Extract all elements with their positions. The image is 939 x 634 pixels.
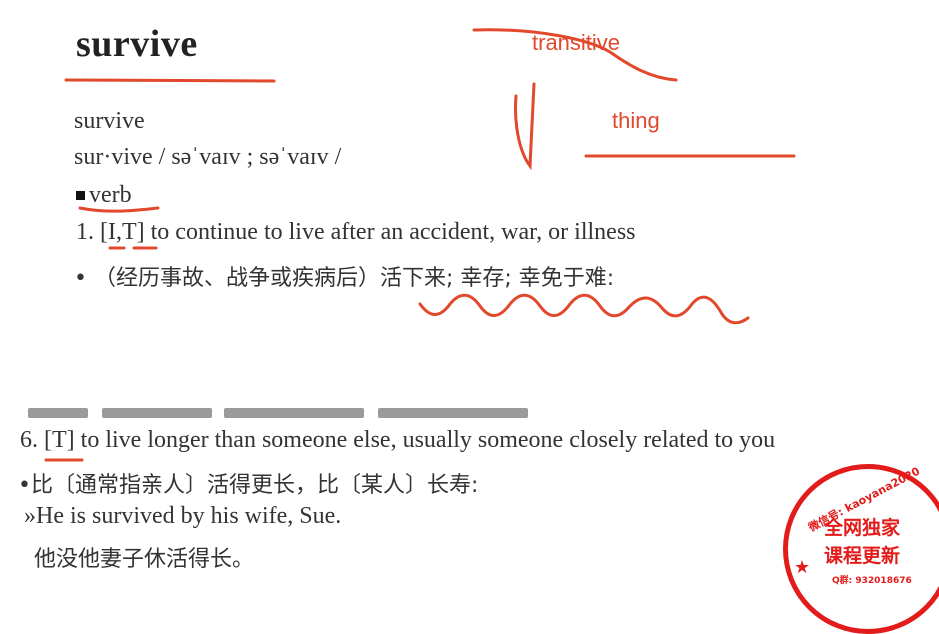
stamp-qq: Q群: 932018676 [832,576,912,586]
chinese-wavy-underline [418,293,750,325]
watermark-stamp: 微信号: kaoyana2020 全网独家 课程更新 Q群: 932018676… [783,464,939,634]
title-underline [64,78,276,83]
transitive-curve [472,28,678,82]
stamp-line-2: 课程更新 [824,545,901,567]
verb-underline [78,206,160,213]
star-icon: ★ [794,557,811,578]
annotation-strokes [44,28,796,462]
stamp-line-1: 全网独家 [824,517,901,539]
vertical-stroke [514,82,536,171]
